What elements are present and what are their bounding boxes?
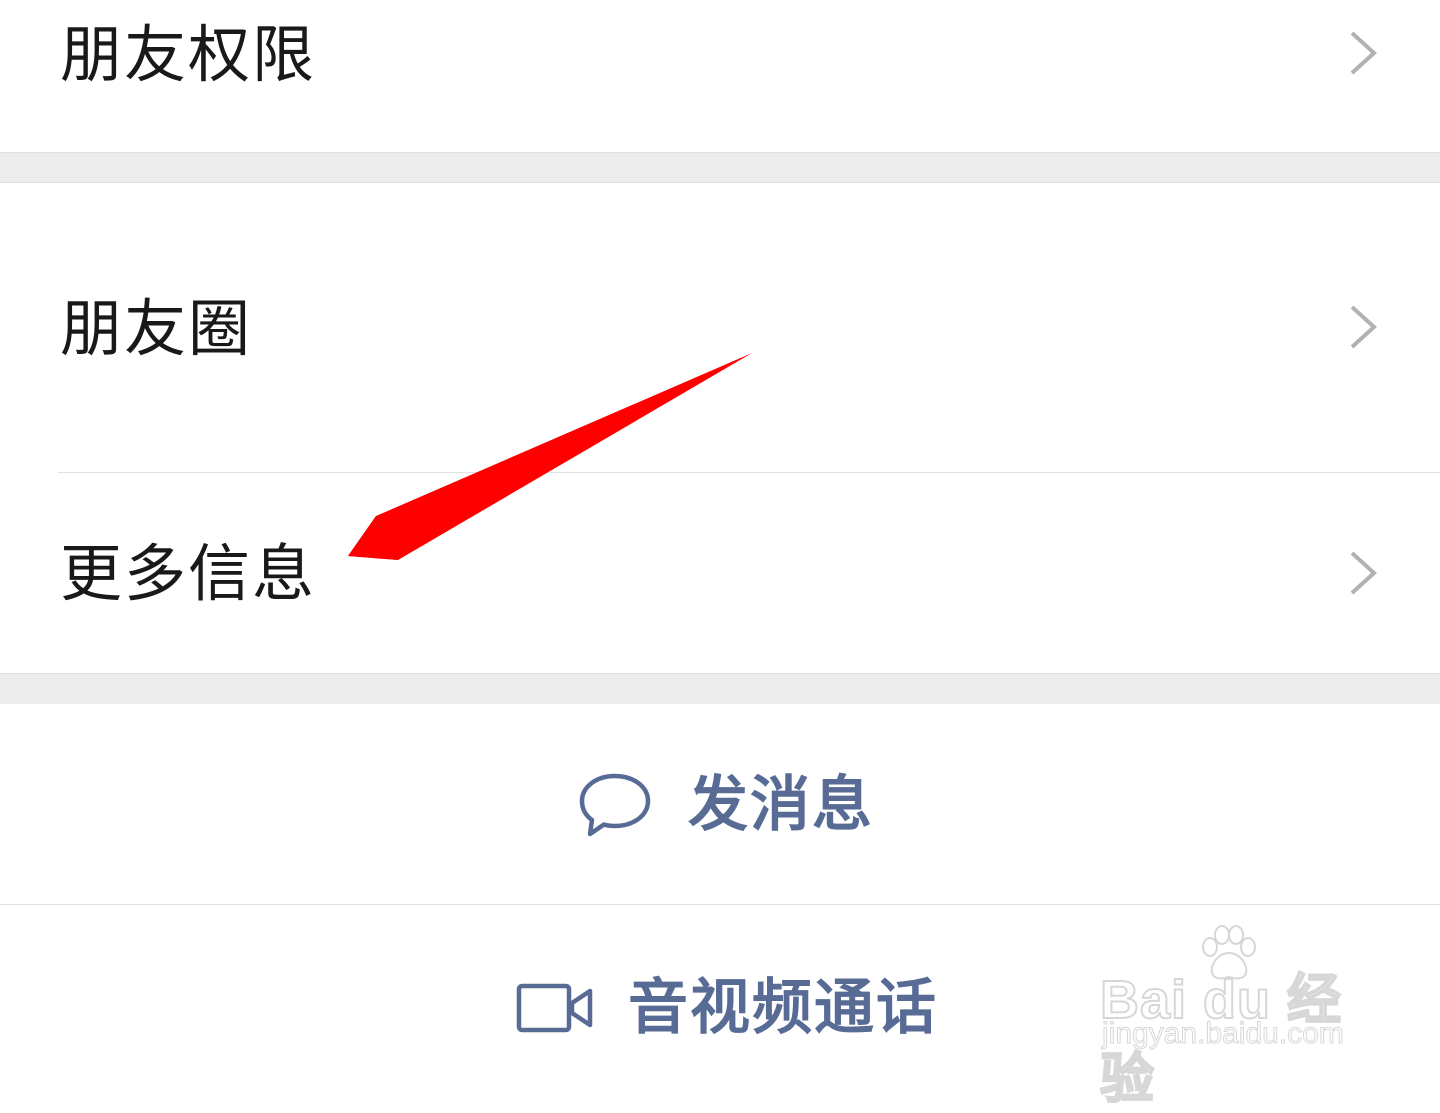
moments-label: 朋友圈 bbox=[60, 292, 253, 365]
chevron-right-icon bbox=[1350, 305, 1377, 349]
send-message-button[interactable]: 发消息 bbox=[0, 704, 1440, 904]
moments-row[interactable]: 朋友圈 bbox=[0, 183, 1440, 472]
friend-permissions-row[interactable]: 朋友权限 bbox=[0, 0, 1440, 152]
chevron-right-icon bbox=[1350, 551, 1377, 595]
more-info-label: 更多信息 bbox=[60, 537, 317, 610]
baidu-jingyan-watermark: Bai du 经验 jingyan.baidu.com bbox=[1099, 925, 1370, 1110]
watermark-url: jingyan.baidu.com bbox=[1102, 1017, 1345, 1051]
chat-bubble-icon bbox=[579, 773, 651, 837]
chevron-right-icon bbox=[1350, 31, 1377, 75]
section-gap bbox=[0, 152, 1440, 183]
video-camera-icon bbox=[516, 983, 593, 1033]
friend-permissions-label: 朋友权限 bbox=[60, 18, 317, 91]
section-gap bbox=[0, 673, 1440, 704]
send-message-label: 发消息 bbox=[688, 770, 874, 840]
av-call-label: 音视频通话 bbox=[628, 973, 938, 1043]
more-info-row[interactable]: 更多信息 bbox=[0, 473, 1440, 673]
